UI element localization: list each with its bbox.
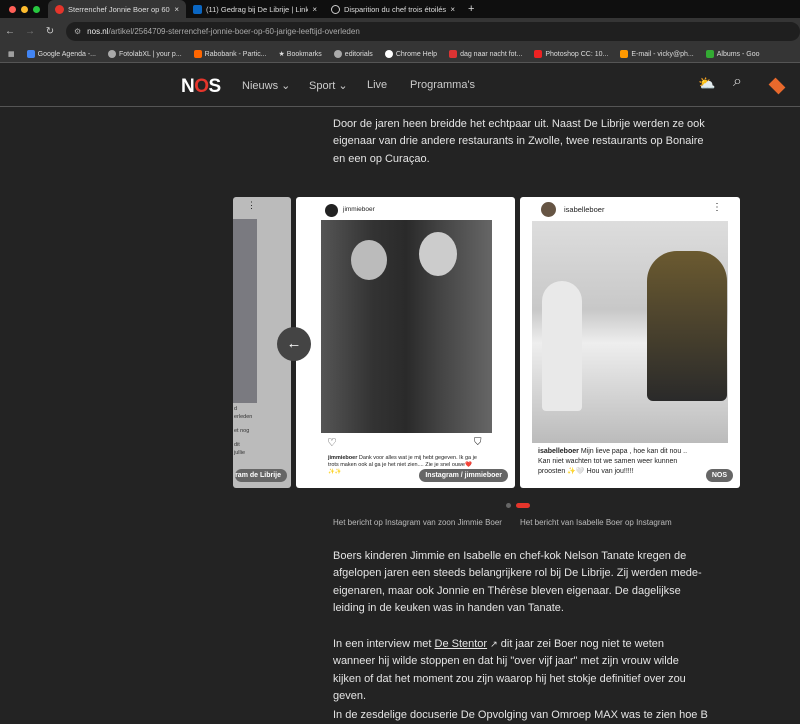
nav-live[interactable]: Live (367, 79, 387, 91)
new-tab-button[interactable]: + (468, 3, 474, 15)
username[interactable]: isabelleboer (564, 205, 604, 214)
bookmarks-bar: ▦ Google Agenda -... FotolabXL | your p.… (0, 45, 800, 63)
article-paragraph: Door de jaren heen breidde het echtpaar … (333, 118, 705, 165)
bookmark[interactable]: Rabobank - Partic... (193, 49, 267, 58)
tab-disparition[interactable]: Disparition du chef trois étoilés × (324, 0, 462, 18)
source-badge: NOS (705, 469, 733, 482)
search-icon[interactable]: ⌕ (733, 73, 742, 91)
nav-nieuws[interactable]: Nieuws ⌄ (242, 79, 290, 92)
close-tab-icon[interactable]: × (174, 5, 179, 14)
apps-icon[interactable]: ▦ (8, 50, 15, 58)
post-photo (233, 219, 257, 403)
carousel-dot-active[interactable] (516, 503, 530, 508)
forward-icon[interactable]: → (20, 26, 40, 37)
post-photo (532, 221, 728, 443)
bookmark[interactable]: editorials (333, 49, 373, 58)
avatar (325, 204, 338, 217)
carousel-prev-button[interactable]: ← (277, 327, 311, 361)
article-paragraph: Boers kinderen Jimmie en Isabelle en che… (333, 550, 702, 614)
bookmark[interactable]: dag naar nacht fot... (449, 49, 522, 58)
close-tab-icon[interactable]: × (450, 5, 455, 14)
article-paragraph: In een interview met De Stentor ↗ dit ja… (333, 638, 686, 702)
url-input[interactable]: ⚙ nos.nl/artikel/2564709-sterrenchef-jonn… (66, 22, 800, 41)
tab-nos[interactable]: Sterrenchef Jonnie Boer op 60 × (48, 0, 186, 18)
site-settings-icon[interactable]: ⚙ (74, 27, 81, 36)
bookmark-icon[interactable]: ⛉ (474, 437, 482, 448)
arrow-left-icon: ← (286, 335, 302, 352)
avatar (541, 202, 556, 217)
de-stentor-link[interactable]: De Stentor (435, 638, 488, 650)
site-header: NOS Nieuws ⌄ Sport ⌄ Live Programma's ⛅ … (0, 63, 800, 107)
nav-programmas[interactable]: Programma's (410, 79, 475, 91)
username[interactable]: jimmieboer (343, 206, 375, 213)
like-heart-icon[interactable]: ♡ (327, 436, 337, 449)
more-options-icon[interactable]: ⋮ (247, 200, 256, 211)
source-badge: Instagram / jimmieboer (419, 469, 508, 482)
bookmark[interactable]: Photoshop CC: 10... (534, 49, 608, 58)
bookmark[interactable]: E-mail - vicky@ph... (620, 49, 694, 58)
globe-icon (331, 4, 340, 14)
bookmark[interactable]: ★ Bookmarks (279, 50, 322, 58)
nos-favicon (55, 4, 64, 14)
post-caption: isabelleboer Mijn lieve papa , hoe kan d… (538, 448, 688, 475)
article-paragraph: In de zesdelige docuserie De Opvolging v… (333, 709, 708, 721)
carousel-card-jimmieboer[interactable]: jimmieboer ♡ ⛉ jimmieboer Dank voor alle… (296, 197, 515, 488)
browser-tab-bar: Sterrenchef Jonnie Boer op 60 × (11) Gedr… (0, 0, 800, 18)
carousel-card-isabelleboer[interactable]: isabelleboer ⋮ isabelleboer Mijn lieve p… (520, 197, 740, 488)
truncated-post-text: d erleden et nog dit jullie (234, 406, 253, 456)
nav-sport[interactable]: Sport ⌄ (309, 79, 348, 92)
nos-logo[interactable]: NOS (181, 76, 221, 98)
weather-icon[interactable]: ⛅ (698, 75, 715, 92)
carousel-dot[interactable] (506, 503, 511, 508)
close-tab-icon[interactable]: × (312, 5, 317, 14)
source-badge: Instagram de Librije (235, 469, 287, 482)
back-icon[interactable]: ← (0, 26, 20, 37)
bookmark[interactable]: Albums - Goo (705, 49, 760, 58)
address-bar-row: ← → ↻ ⚙ nos.nl/artikel/2564709-sterrenche… (0, 18, 800, 45)
image-caption: Het bericht van Isabelle Boer op Instagr… (520, 518, 672, 527)
bookmark[interactable]: Chrome Help (384, 49, 437, 58)
external-link-icon: ↗ (490, 639, 498, 649)
more-options-icon[interactable]: ⋮ (712, 202, 722, 213)
reload-icon[interactable]: ↻ (40, 26, 60, 37)
window-controls[interactable] (9, 5, 40, 13)
image-caption: Het bericht op Instagram van zoon Jimmie… (333, 518, 502, 527)
linkedin-favicon (193, 4, 202, 14)
bookmark[interactable]: Google Agenda -... (26, 49, 96, 58)
bookmark[interactable]: FotolabXL | your p... (108, 49, 182, 58)
npo-start-icon[interactable] (768, 77, 786, 95)
post-photo (321, 220, 492, 433)
tab-linkedin[interactable]: (11) Gedrag bij De Librije | LinkedIn× (186, 0, 324, 18)
